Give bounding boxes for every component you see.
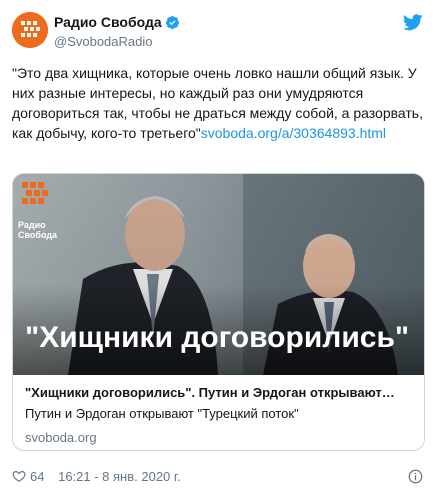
like-count: 64 [30, 469, 45, 484]
link-card[interactable]: Радио Свобода "Хищники договорились" "Хи… [12, 173, 425, 451]
account-avatar[interactable] [12, 12, 48, 48]
radio-svoboda-logo-icon [22, 182, 48, 204]
info-icon[interactable] [408, 469, 423, 484]
logo-text: Радио Свобода [18, 220, 58, 240]
display-name[interactable]: Радио Свобода [54, 14, 162, 31]
card-domain: svoboda.org [25, 430, 97, 445]
twitter-bird-icon[interactable] [403, 14, 423, 31]
like-button[interactable]: 64 [12, 467, 44, 487]
verified-badge-icon [165, 16, 179, 30]
tweet-header: Радио Свобода @SvobodaRadio [12, 12, 425, 52]
card-image[interactable]: Радио Свобода "Хищники договорились" [13, 174, 424, 375]
image-caption: "Хищники договорились" [25, 321, 410, 354]
tweet-timestamp[interactable]: 16:21 - 8 янв. 2020 г. [58, 467, 181, 487]
tweet-footer: 64 16:21 - 8 янв. 2020 г. [12, 467, 425, 487]
card-description: Путин и Эрдоган открывают "Турецкий пото… [25, 406, 299, 421]
radio-svoboda-logo-icon [12, 12, 48, 48]
heart-icon [12, 471, 26, 482]
card-title[interactable]: "Хищники договорились". Путин и Эрдоган … [25, 384, 412, 402]
tweet-link[interactable]: svoboda.org/a/30364893.html [201, 125, 386, 141]
account-names[interactable]: Радио Свобода @SvobodaRadio [54, 14, 180, 50]
account-handle[interactable]: @SvobodaRadio [54, 33, 180, 50]
card-body[interactable]: "Хищники договорились". Путин и Эрдоган … [13, 375, 424, 447]
tweet-text: "Это два хищника, которые очень ловко на… [12, 63, 427, 143]
